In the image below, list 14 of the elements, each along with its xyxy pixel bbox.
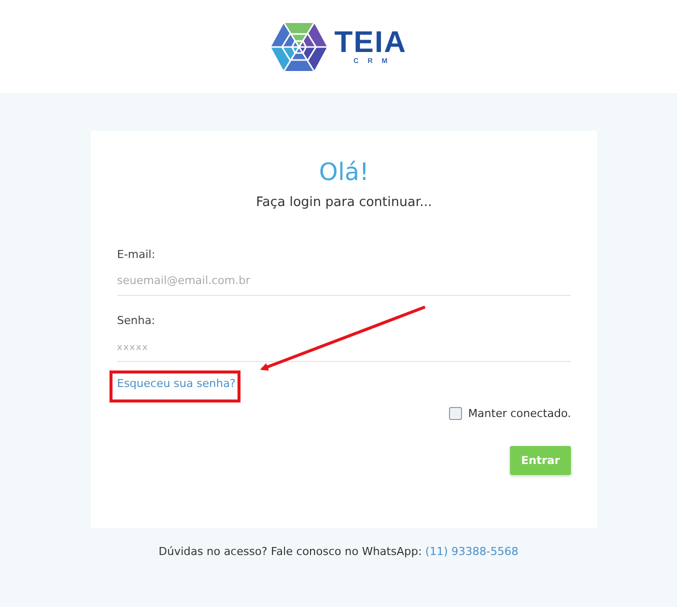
help-text: Dúvidas no acesso? Fale conosco no WhatsApp: <box>158 545 422 558</box>
logo-icon <box>270 22 328 72</box>
greeting-title: Olá! <box>318 159 370 185</box>
field-label: Senha: <box>117 314 156 327</box>
phone-link[interactable]: (11) 93388-5568 <box>425 545 518 558</box>
login-button[interactable]: Entrar <box>510 446 571 475</box>
login-subtitle: Faça login para continuar... <box>254 195 433 210</box>
email-field[interactable]: seuemail@email.com.br <box>117 261 571 296</box>
logo-name: TEIA <box>334 28 407 58</box>
forgot-password-link[interactable]: Esqueceu sua senha? <box>117 375 236 392</box>
field-label: E-mail: <box>117 248 156 261</box>
remember-checkbox[interactable] <box>449 407 462 420</box>
remember-label: Manter conectado. <box>468 407 571 420</box>
password-field[interactable]: xxxxx <box>117 327 571 362</box>
